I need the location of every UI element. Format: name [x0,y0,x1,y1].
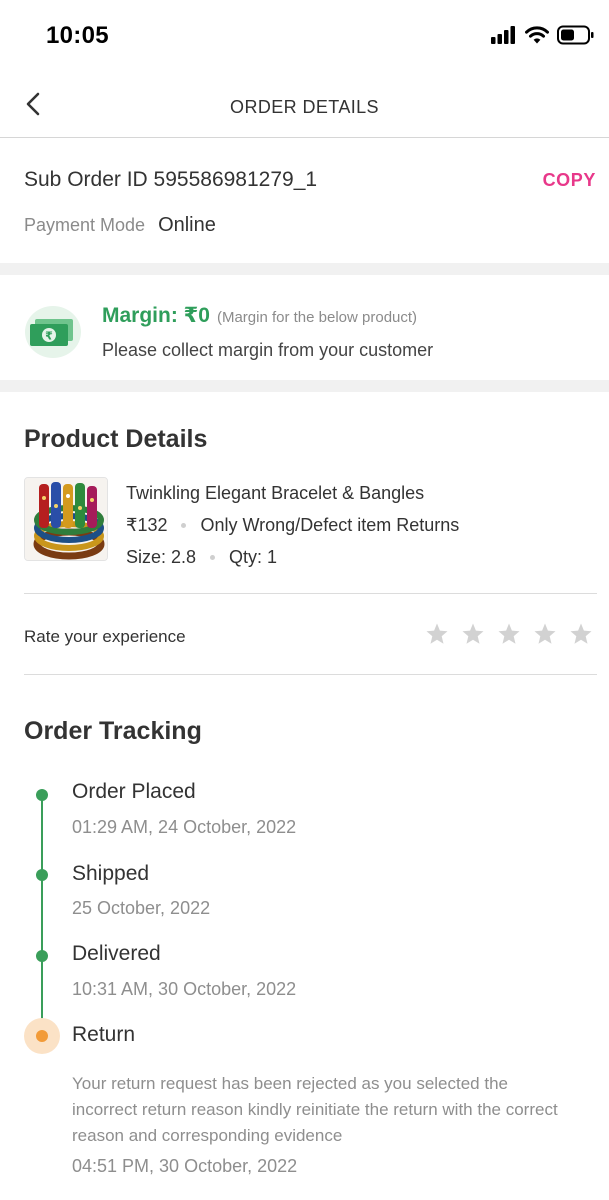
timeline-dot [36,869,48,881]
wifi-icon [525,26,549,44]
payment-mode-value: Online [158,214,216,236]
page-title: ORDER DETAILS [230,97,379,117]
star-icon[interactable] [425,622,449,646]
divider [24,593,597,594]
battery-icon [557,25,594,45]
timeline-dot [36,950,48,962]
star-icon[interactable] [533,622,557,646]
product-name: Twinkling Elegant Bracelet & Bangles [126,483,425,503]
copy-button[interactable]: COPY [543,170,596,191]
step-time-order-placed: 01:29 AM, 24 October, 2022 [72,817,297,837]
product-image[interactable] [24,477,108,561]
timeline-dot-current-inner [36,1030,48,1042]
payment-mode-label: Payment Mode [24,215,146,235]
step-time-delivered: 10:31 AM, 30 October, 2022 [72,979,297,999]
signal-icon [491,26,515,44]
timeline-dot-current [24,1018,60,1054]
separator-dot [181,523,187,528]
step-time-shipped: 25 October, 2022 [72,898,211,918]
product-details-title: Product Details [24,425,208,453]
status-icons [491,25,595,45]
separator-dot [210,555,216,560]
section-separator [0,380,609,392]
tracking-timeline-line [41,794,43,1036]
margin-section: ₹ Margin: ₹0 (Margin for the below produ… [0,275,609,380]
money-icon-wrapper: ₹ [25,306,81,358]
star-icon[interactable] [569,622,593,646]
step-time-return: 04:51 PM, 30 October, 2022 [72,1156,298,1176]
bangles-image [25,478,107,560]
money-icon: ₹ [30,319,73,346]
app-header: ORDER DETAILS [0,72,609,138]
product-size-row: Size: 2.8 Qty: 1 [126,547,277,568]
product-size: Size: 2.8 [126,547,197,567]
margin-amount: Margin: ₹0 [102,304,210,327]
star-icon[interactable] [461,622,485,646]
status-bar: 10:05 [0,0,609,72]
divider [24,674,597,675]
section-separator [0,263,609,275]
margin-note: (Margin for the below product) [216,309,418,326]
return-message: Your return request has been rejected as… [72,1074,558,1145]
star-icon[interactable] [497,622,521,646]
return-policy: Only Wrong/Defect item Returns [200,515,460,535]
product-qty: Qty: 1 [229,547,278,567]
rate-experience-label: Rate your experience [24,627,186,646]
payment-mode-row: Payment Mode Online [24,214,216,237]
step-title-return: Return [72,1023,136,1046]
star-rating [425,622,593,646]
step-title-shipped: Shipped [72,862,150,885]
margin-title-row: Margin: ₹0 (Margin for the below product… [102,303,417,328]
margin-instruction: Please collect margin from your customer [102,340,434,360]
product-price: ₹132 [126,515,168,535]
step-title-delivered: Delivered [72,942,161,965]
suborder-id: Sub Order ID 595586981279_1 [24,168,318,191]
order-tracking-title: Order Tracking [24,717,202,745]
status-time: 10:05 [46,22,109,49]
timeline-dot [36,789,48,801]
step-title-order-placed: Order Placed [72,780,196,803]
product-price-row: ₹132 Only Wrong/Defect item Returns [126,515,459,536]
svg-text:₹: ₹ [45,330,53,343]
suborder-section: Sub Order ID 595586981279_1 COPY Payment… [0,139,609,263]
